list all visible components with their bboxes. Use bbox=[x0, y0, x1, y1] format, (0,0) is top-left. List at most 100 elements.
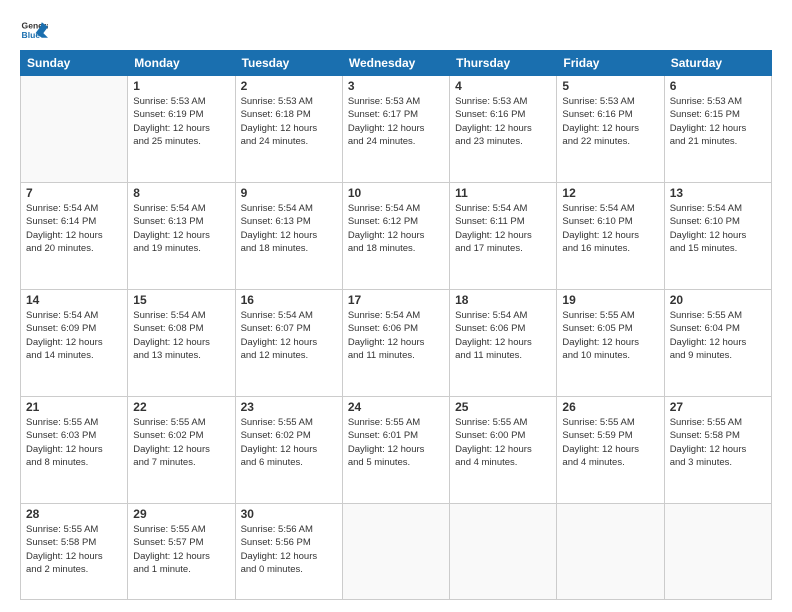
day-number: 7 bbox=[26, 186, 122, 200]
day-number: 21 bbox=[26, 400, 122, 414]
day-header-saturday: Saturday bbox=[664, 51, 771, 76]
day-number: 29 bbox=[133, 507, 229, 521]
day-number: 28 bbox=[26, 507, 122, 521]
header: General Blue bbox=[20, 16, 772, 44]
cell-info: Sunrise: 5:55 AMSunset: 6:00 PMDaylight:… bbox=[455, 416, 551, 469]
day-number: 4 bbox=[455, 79, 551, 93]
day-number: 23 bbox=[241, 400, 337, 414]
calendar-cell: 26 Sunrise: 5:55 AMSunset: 5:59 PMDayligh… bbox=[557, 397, 664, 504]
day-number: 24 bbox=[348, 400, 444, 414]
day-header-tuesday: Tuesday bbox=[235, 51, 342, 76]
day-number: 26 bbox=[562, 400, 658, 414]
calendar-cell: 20 Sunrise: 5:55 AMSunset: 6:04 PMDayligh… bbox=[664, 290, 771, 397]
cell-info: Sunrise: 5:54 AMSunset: 6:08 PMDaylight:… bbox=[133, 309, 229, 362]
calendar-cell: 25 Sunrise: 5:55 AMSunset: 6:00 PMDayligh… bbox=[450, 397, 557, 504]
day-number: 10 bbox=[348, 186, 444, 200]
cell-info: Sunrise: 5:54 AMSunset: 6:06 PMDaylight:… bbox=[348, 309, 444, 362]
cell-info: Sunrise: 5:55 AMSunset: 6:01 PMDaylight:… bbox=[348, 416, 444, 469]
day-header-monday: Monday bbox=[128, 51, 235, 76]
cell-info: Sunrise: 5:53 AMSunset: 6:16 PMDaylight:… bbox=[455, 95, 551, 148]
day-number: 2 bbox=[241, 79, 337, 93]
calendar-cell: 24 Sunrise: 5:55 AMSunset: 6:01 PMDayligh… bbox=[342, 397, 449, 504]
day-number: 9 bbox=[241, 186, 337, 200]
calendar-cell: 2Sunrise: 5:53 AMSunset: 6:18 PMDaylight… bbox=[235, 76, 342, 183]
day-header-wednesday: Wednesday bbox=[342, 51, 449, 76]
cell-info: Sunrise: 5:54 AMSunset: 6:12 PMDaylight:… bbox=[348, 202, 444, 255]
calendar-cell bbox=[342, 504, 449, 600]
calendar-cell: 7 Sunrise: 5:54 AMSunset: 6:14 PMDaylight… bbox=[21, 183, 128, 290]
week-row-4: 21Sunrise: 5:55 AMSunset: 6:03 PMDayligh… bbox=[21, 397, 772, 504]
cell-info: Sunrise: 5:53 AMSunset: 6:19 PMDaylight:… bbox=[133, 95, 229, 148]
cell-info: Sunrise: 5:55 AMSunset: 5:57 PMDaylight:… bbox=[133, 523, 229, 576]
page: General Blue SundayMondayTuesdayWednesda… bbox=[0, 0, 792, 612]
day-header-sunday: Sunday bbox=[21, 51, 128, 76]
cell-info: Sunrise: 5:55 AMSunset: 5:59 PMDaylight:… bbox=[562, 416, 658, 469]
day-number: 14 bbox=[26, 293, 122, 307]
cell-info: Sunrise: 5:55 AMSunset: 6:02 PMDaylight:… bbox=[133, 416, 229, 469]
calendar-cell bbox=[21, 76, 128, 183]
day-number: 22 bbox=[133, 400, 229, 414]
day-number: 8 bbox=[133, 186, 229, 200]
day-number: 30 bbox=[241, 507, 337, 521]
calendar-cell bbox=[557, 504, 664, 600]
calendar-cell: 6 Sunrise: 5:53 AMSunset: 6:15 PMDaylight… bbox=[664, 76, 771, 183]
logo: General Blue bbox=[20, 16, 52, 44]
day-number: 16 bbox=[241, 293, 337, 307]
calendar-cell: 15 Sunrise: 5:54 AMSunset: 6:08 PMDayligh… bbox=[128, 290, 235, 397]
cell-info: Sunrise: 5:54 AMSunset: 6:13 PMDaylight:… bbox=[133, 202, 229, 255]
calendar-cell: 1 Sunrise: 5:53 AMSunset: 6:19 PMDaylight… bbox=[128, 76, 235, 183]
day-number: 6 bbox=[670, 79, 766, 93]
calendar-cell: 12 Sunrise: 5:54 AMSunset: 6:10 PMDayligh… bbox=[557, 183, 664, 290]
cell-info: Sunrise: 5:55 AMSunset: 6:05 PMDaylight:… bbox=[562, 309, 658, 362]
calendar-cell bbox=[664, 504, 771, 600]
cell-info: Sunrise: 5:53 AMSunset: 6:17 PMDaylight:… bbox=[348, 95, 444, 148]
cell-info: Sunrise: 5:54 AMSunset: 6:11 PMDaylight:… bbox=[455, 202, 551, 255]
day-number: 5 bbox=[562, 79, 658, 93]
cell-info: Sunrise: 5:54 AMSunset: 6:10 PMDaylight:… bbox=[670, 202, 766, 255]
calendar-cell: 17 Sunrise: 5:54 AMSunset: 6:06 PMDayligh… bbox=[342, 290, 449, 397]
calendar-cell: 3 Sunrise: 5:53 AMSunset: 6:17 PMDaylight… bbox=[342, 76, 449, 183]
day-number: 18 bbox=[455, 293, 551, 307]
day-number: 12 bbox=[562, 186, 658, 200]
day-number: 20 bbox=[670, 293, 766, 307]
calendar-cell: 9Sunrise: 5:54 AMSunset: 6:13 PMDaylight… bbox=[235, 183, 342, 290]
calendar-cell: 30 Sunrise: 5:56 AMSunset: 5:56 PMDayligh… bbox=[235, 504, 342, 600]
cell-info: Sunrise: 5:55 AMSunset: 5:58 PMDaylight:… bbox=[670, 416, 766, 469]
day-number: 13 bbox=[670, 186, 766, 200]
cell-info: Sunrise: 5:56 AMSunset: 5:56 PMDaylight:… bbox=[241, 523, 337, 576]
cell-info: Sunrise: 5:55 AMSunset: 6:04 PMDaylight:… bbox=[670, 309, 766, 362]
calendar-cell: 18Sunrise: 5:54 AMSunset: 6:06 PMDayligh… bbox=[450, 290, 557, 397]
calendar-cell: 8 Sunrise: 5:54 AMSunset: 6:13 PMDaylight… bbox=[128, 183, 235, 290]
day-number: 25 bbox=[455, 400, 551, 414]
cell-info: Sunrise: 5:53 AMSunset: 6:16 PMDaylight:… bbox=[562, 95, 658, 148]
day-number: 15 bbox=[133, 293, 229, 307]
calendar-cell: 21Sunrise: 5:55 AMSunset: 6:03 PMDayligh… bbox=[21, 397, 128, 504]
calendar-cell: 14 Sunrise: 5:54 AMSunset: 6:09 PMDayligh… bbox=[21, 290, 128, 397]
calendar-cell: 13 Sunrise: 5:54 AMSunset: 6:10 PMDayligh… bbox=[664, 183, 771, 290]
calendar-cell: 19 Sunrise: 5:55 AMSunset: 6:05 PMDayligh… bbox=[557, 290, 664, 397]
logo-icon: General Blue bbox=[20, 16, 48, 44]
day-header-thursday: Thursday bbox=[450, 51, 557, 76]
day-number: 17 bbox=[348, 293, 444, 307]
cell-info: Sunrise: 5:55 AMSunset: 5:58 PMDaylight:… bbox=[26, 523, 122, 576]
cell-info: Sunrise: 5:54 AMSunset: 6:14 PMDaylight:… bbox=[26, 202, 122, 255]
day-header-friday: Friday bbox=[557, 51, 664, 76]
calendar-cell bbox=[450, 504, 557, 600]
week-row-1: 1 Sunrise: 5:53 AMSunset: 6:19 PMDaylight… bbox=[21, 76, 772, 183]
week-row-5: 28 Sunrise: 5:55 AMSunset: 5:58 PMDayligh… bbox=[21, 504, 772, 600]
day-number: 1 bbox=[133, 79, 229, 93]
cell-info: Sunrise: 5:54 AMSunset: 6:09 PMDaylight:… bbox=[26, 309, 122, 362]
calendar-cell: 23Sunrise: 5:55 AMSunset: 6:02 PMDayligh… bbox=[235, 397, 342, 504]
header-row: SundayMondayTuesdayWednesdayThursdayFrid… bbox=[21, 51, 772, 76]
cell-info: Sunrise: 5:53 AMSunset: 6:15 PMDaylight:… bbox=[670, 95, 766, 148]
calendar-cell: 11 Sunrise: 5:54 AMSunset: 6:11 PMDayligh… bbox=[450, 183, 557, 290]
calendar-cell: 29 Sunrise: 5:55 AMSunset: 5:57 PMDayligh… bbox=[128, 504, 235, 600]
calendar-cell: 5 Sunrise: 5:53 AMSunset: 6:16 PMDaylight… bbox=[557, 76, 664, 183]
day-number: 19 bbox=[562, 293, 658, 307]
week-row-3: 14 Sunrise: 5:54 AMSunset: 6:09 PMDayligh… bbox=[21, 290, 772, 397]
week-row-2: 7 Sunrise: 5:54 AMSunset: 6:14 PMDaylight… bbox=[21, 183, 772, 290]
cell-info: Sunrise: 5:54 AMSunset: 6:10 PMDaylight:… bbox=[562, 202, 658, 255]
day-number: 3 bbox=[348, 79, 444, 93]
calendar-cell: 10 Sunrise: 5:54 AMSunset: 6:12 PMDayligh… bbox=[342, 183, 449, 290]
day-number: 11 bbox=[455, 186, 551, 200]
